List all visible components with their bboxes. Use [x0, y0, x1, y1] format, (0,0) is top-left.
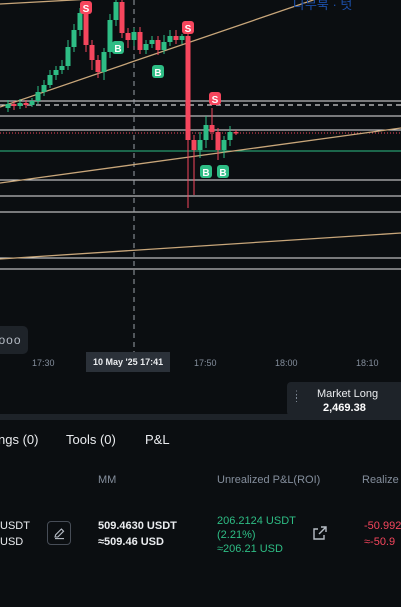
candle-body [125, 33, 131, 40]
bottom-tabs: ngs (0) Tools (0) P&L [0, 420, 401, 460]
candle-body [131, 32, 137, 40]
trend-line [0, 232, 401, 260]
candle-body [215, 132, 221, 150]
candle-body [203, 125, 209, 140]
candle-body [143, 44, 149, 50]
time-tick: 18:10 [356, 358, 379, 368]
candle-body [173, 36, 179, 40]
candle-body [71, 30, 77, 47]
tab-pnl[interactable]: P&L [145, 432, 170, 447]
candle-body [137, 32, 143, 50]
sell-marker: S [83, 4, 90, 15]
time-axis: 17:30 17:50 18:00 18:10 [0, 352, 401, 374]
candle-body [221, 140, 227, 150]
buy-marker: B [154, 68, 161, 79]
time-tick: 18:00 [275, 358, 298, 368]
candle-body [47, 75, 53, 85]
buy-marker: B [114, 44, 121, 55]
header-unrealized-pnl: Unrealized P&L(ROI) [217, 474, 321, 486]
candle-body [197, 140, 203, 150]
candle-body [29, 101, 35, 105]
edit-icon [53, 527, 64, 539]
candle-body [53, 70, 59, 75]
candle-body [179, 36, 185, 40]
mm-value-usd: ≈509.46 USD [98, 536, 164, 548]
unrealized-pnl-value: 206.2124 USDT [217, 515, 296, 527]
candle-body [113, 2, 119, 20]
header-realized-pnl: Realize [362, 474, 399, 486]
price-chart[interactable]: SSSBBBB 나무북 · 텃 17:30 17:50 18:00 18:10 … [0, 0, 401, 378]
trend-line [0, 0, 316, 108]
sell-marker: S [185, 24, 192, 35]
more-options-button[interactable]: ooo [0, 326, 28, 354]
mm-value: 509.4630 USDT [98, 520, 177, 532]
market-long-value: 2,469.38 [323, 402, 366, 414]
candle-body [209, 125, 215, 132]
candle-body [191, 140, 197, 150]
candle-body [161, 42, 167, 50]
chart-watermark: 나무북 · 텃 [293, 0, 353, 12]
candle-body [101, 52, 107, 72]
candle-body [227, 132, 233, 140]
sell-marker: S [212, 95, 219, 106]
candle-body [155, 40, 161, 50]
time-tick: 17:30 [32, 358, 55, 368]
candle-body [59, 66, 65, 70]
candle-body [65, 47, 71, 66]
candle-body [149, 40, 155, 44]
trend-line [0, 0, 86, 5]
crosshair-time-label: 10 May '25 17:41 [86, 352, 171, 372]
chart-canvas[interactable]: SSSBBB B [0, 0, 401, 378]
candle-body [107, 20, 113, 52]
candle-body [89, 45, 95, 60]
candle-body [95, 60, 101, 72]
more-dots-icon: ooo [0, 333, 22, 347]
realized-pnl-value: -50.992 [364, 520, 401, 532]
candle-body [5, 104, 11, 108]
unrealized-pnl-roi: (2.21%) [217, 529, 256, 541]
edit-margin-button[interactable] [47, 521, 71, 545]
market-long-title: Market Long [317, 388, 379, 400]
buy-marker: B [202, 168, 209, 179]
share-icon[interactable] [312, 525, 328, 541]
market-long-widget[interactable]: ⋮ ⋮ Market Long 2,469.38 [287, 382, 401, 416]
candle-body [167, 36, 173, 42]
margin-value: USDT [0, 520, 30, 532]
candle-body [41, 85, 47, 92]
candle-body [77, 13, 83, 30]
realized-pnl-usd: ≈-50.9 [364, 536, 396, 548]
time-tick: 17:50 [194, 358, 217, 368]
candle-body [35, 92, 41, 101]
tab-orders[interactable]: ngs (0) [0, 432, 38, 447]
drag-handle-icon[interactable]: ⋮ ⋮ [292, 390, 302, 403]
candle-body [17, 103, 23, 106]
margin-value-usd: USD [0, 536, 24, 548]
candle-body [119, 2, 125, 33]
candle-body [23, 103, 29, 105]
unrealized-pnl-usd: ≈206.21 USD [217, 543, 283, 555]
positions-table: MM Unrealized P&L(ROI) Realize USDT USD … [0, 460, 401, 607]
buy-marker: B [219, 168, 226, 179]
candle-body [11, 104, 17, 106]
tab-tools[interactable]: Tools (0) [66, 432, 116, 447]
candle-body [185, 36, 191, 140]
candle-body [83, 13, 89, 45]
header-mm: MM [98, 474, 117, 486]
candle-body [233, 132, 239, 134]
